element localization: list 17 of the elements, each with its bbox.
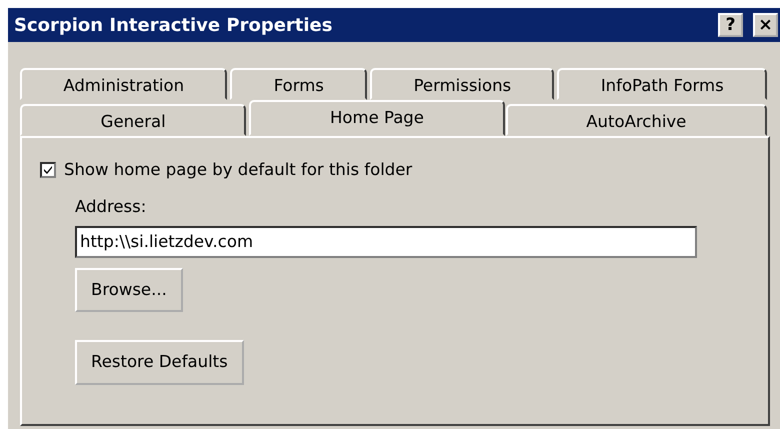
check-icon	[42, 164, 54, 176]
help-button[interactable]: ?	[718, 13, 743, 37]
checkbox-label: Show home page by default for this folder	[64, 159, 412, 181]
checkbox[interactable]	[40, 162, 56, 178]
tab[interactable]: General	[20, 104, 246, 136]
tab[interactable]: AutoArchive	[506, 104, 767, 136]
tab[interactable]: Forms	[230, 68, 368, 100]
address-field[interactable]: http:\\si.lietzdev.com	[75, 226, 697, 258]
restore-defaults-button[interactable]: Restore Defaults	[75, 340, 244, 385]
window-title: Scorpion Interactive Properties	[14, 14, 334, 38]
field-label: Address:	[75, 196, 148, 218]
tab[interactable]: InfoPath Forms	[557, 68, 768, 100]
tab[interactable]: Administration	[20, 68, 228, 100]
close-button[interactable]: ×	[753, 13, 778, 37]
tab[interactable]: Permissions	[370, 68, 554, 100]
browse-button[interactable]: Browse...	[75, 268, 183, 312]
tab[interactable]: Home Page	[249, 100, 505, 136]
